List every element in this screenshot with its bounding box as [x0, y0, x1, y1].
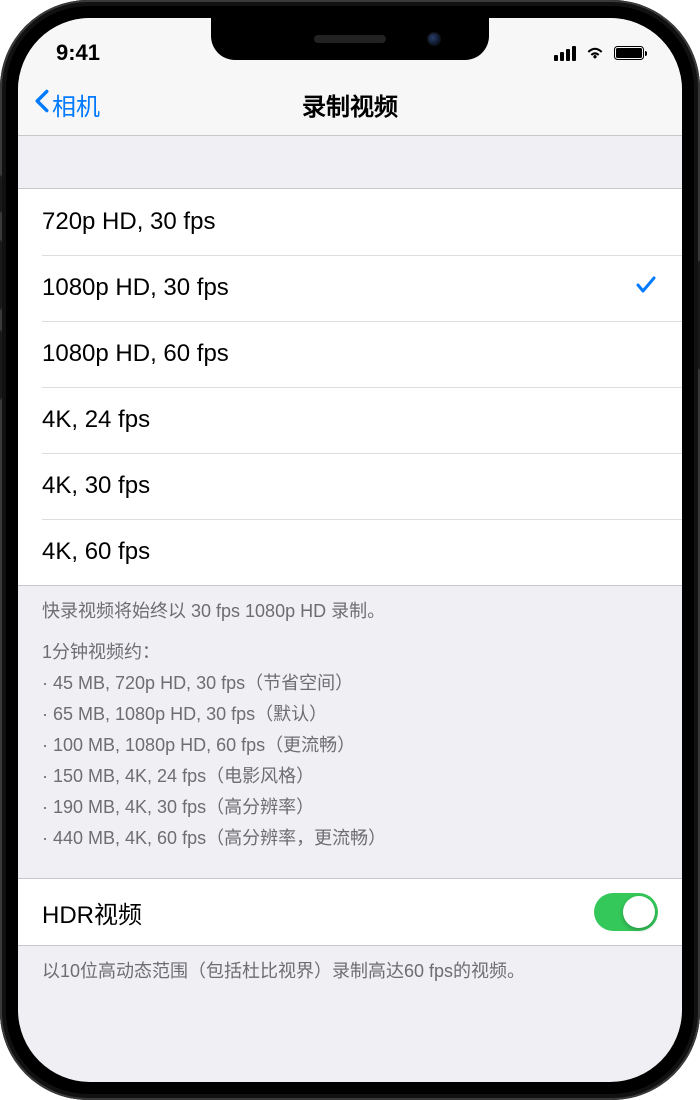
size-line: · 150 MB, 4K, 24 fps（电影风格）	[42, 763, 658, 790]
size-line: · 440 MB, 4K, 60 fps（高分辨率，更流畅）	[42, 825, 658, 852]
size-line: · 45 MB, 720p HD, 30 fps（节省空间）	[42, 670, 658, 697]
hdr-label: HDR视频	[42, 895, 142, 930]
status-right	[554, 40, 644, 66]
option-label: 1080p HD, 30 fps	[42, 274, 229, 302]
mute-switch	[0, 175, 2, 213]
option-label: 4K, 60 fps	[42, 538, 150, 566]
back-button[interactable]: 相机	[34, 87, 100, 122]
switch-knob	[623, 896, 655, 928]
resolution-option[interactable]: 1080p HD, 60 fps	[18, 321, 682, 387]
size-line: · 65 MB, 1080p HD, 30 fps（默认）	[42, 701, 658, 728]
back-label: 相机	[52, 87, 100, 122]
size-line: · 190 MB, 4K, 30 fps（高分辨率）	[42, 794, 658, 821]
hdr-group: HDR视频	[18, 878, 682, 946]
front-camera	[427, 32, 441, 46]
speaker	[314, 35, 386, 43]
content: 720p HD, 30 fps 1080p HD, 30 fps 1080p HD,…	[18, 136, 682, 1011]
volume-up-button	[0, 240, 2, 310]
quicktake-note: 快录视频将始终以 30 fps 1080p HD 录制。	[42, 598, 658, 625]
option-label: 1080p HD, 60 fps	[42, 340, 229, 368]
option-label: 720p HD, 30 fps	[42, 208, 215, 236]
cellular-signal-icon	[554, 46, 576, 61]
sizes-list: · 45 MB, 720p HD, 30 fps（节省空间） · 65 MB, 1…	[42, 670, 658, 852]
chevron-left-icon	[34, 89, 50, 120]
volume-down-button	[0, 330, 2, 400]
hdr-toggle[interactable]	[594, 893, 658, 931]
battery-icon	[614, 46, 644, 60]
iphone-frame: 9:41 相机 录制视频 720p HD, 30 f	[0, 0, 700, 1100]
option-label: 4K, 24 fps	[42, 406, 150, 434]
section-gap	[18, 136, 682, 188]
nav-bar: 相机 录制视频	[18, 74, 682, 136]
sizes-heading: 1分钟视频约：	[42, 639, 658, 666]
wifi-icon	[584, 40, 606, 66]
screen: 9:41 相机 录制视频 720p HD, 30 f	[18, 18, 682, 1082]
notch	[211, 18, 489, 60]
status-time: 9:41	[56, 40, 100, 66]
resolution-option[interactable]: 4K, 30 fps	[18, 453, 682, 519]
option-label: 4K, 30 fps	[42, 472, 150, 500]
hdr-footer: 以10位高动态范围（包括杜比视界）录制高达60 fps的视频。	[18, 946, 682, 1011]
resolution-options-group: 720p HD, 30 fps 1080p HD, 30 fps 1080p HD,…	[18, 188, 682, 586]
resolution-option[interactable]: 1080p HD, 30 fps	[18, 255, 682, 321]
resolution-footer: 快录视频将始终以 30 fps 1080p HD 录制。 1分钟视频约： · 4…	[18, 586, 682, 878]
resolution-option[interactable]: 720p HD, 30 fps	[18, 189, 682, 255]
checkmark-icon	[634, 273, 658, 304]
resolution-option[interactable]: 4K, 60 fps	[18, 519, 682, 585]
page-title: 录制视频	[18, 87, 682, 122]
size-line: · 100 MB, 1080p HD, 60 fps（更流畅）	[42, 732, 658, 759]
hdr-video-row[interactable]: HDR视频	[18, 879, 682, 945]
resolution-option[interactable]: 4K, 24 fps	[18, 387, 682, 453]
hdr-description: 以10位高动态范围（包括杜比视界）录制高达60 fps的视频。	[42, 958, 658, 985]
